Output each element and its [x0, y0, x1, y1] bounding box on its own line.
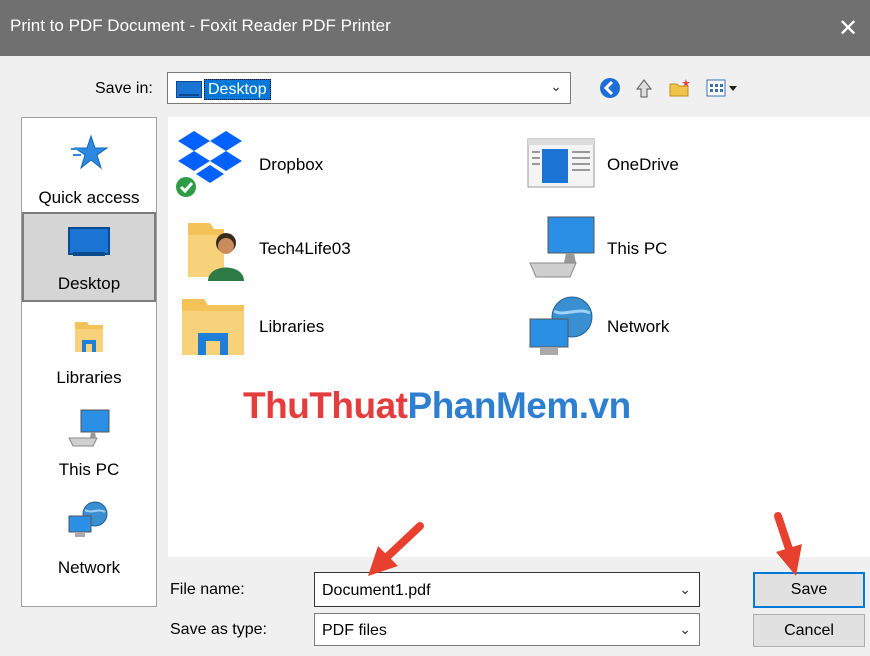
place-desktop[interactable]: Desktop — [22, 212, 156, 302]
place-label: This PC — [58, 460, 120, 479]
back-icon — [600, 78, 620, 98]
list-item-network[interactable]: Network — [526, 293, 726, 361]
annotation-arrow-icon — [774, 512, 802, 576]
places-bar: Quick access Desktop Libraries This PC N… — [21, 117, 157, 607]
save-as-type-select[interactable]: PDF files ⌄ — [314, 613, 700, 646]
list-item-user-folder[interactable]: Tech4Life03 — [186, 213, 376, 285]
annotation-arrow-icon — [368, 522, 424, 576]
view-menu-button[interactable] — [704, 76, 742, 100]
title-bar: Print to PDF Document - Foxit Reader PDF… — [0, 0, 870, 56]
close-icon: ✕ — [837, 14, 859, 42]
watermark: ThuThuatPhanMem.vn — [243, 385, 631, 427]
star-icon — [71, 134, 109, 170]
back-button[interactable] — [598, 76, 622, 100]
list-item-libraries[interactable]: Libraries — [178, 295, 368, 359]
chevron-down-icon: ⌄ — [550, 78, 562, 94]
libraries-icon — [75, 322, 103, 352]
watermark-part: .vn — [578, 385, 631, 426]
computer-icon — [529, 216, 595, 278]
cancel-button[interactable]: Cancel — [753, 614, 865, 647]
item-label: Libraries — [259, 317, 325, 336]
desktop-icon — [176, 81, 202, 98]
network-icon — [68, 501, 108, 537]
chevron-down-icon: ⌄ — [679, 621, 691, 637]
place-label: Network — [57, 558, 121, 577]
item-label: OneDrive — [607, 155, 679, 174]
up-folder-icon — [635, 79, 653, 98]
new-folder-icon — [669, 79, 690, 97]
computer-icon — [68, 409, 110, 447]
list-item-onedrive[interactable]: OneDrive — [526, 135, 726, 195]
item-label: Tech4Life03 — [259, 239, 351, 258]
place-libraries[interactable]: Libraries — [22, 310, 156, 394]
place-quick-access[interactable]: Quick access — [22, 126, 156, 214]
desktop-icon — [68, 227, 110, 256]
file-name-label: File name: — [170, 581, 245, 598]
chevron-down-icon[interactable]: ⌄ — [679, 581, 691, 598]
user-folder-icon — [188, 223, 244, 281]
save-as-type-label: Save as type: — [170, 621, 267, 638]
save-in-value: Desktop — [204, 79, 271, 100]
watermark-part: ThuThuat — [243, 385, 408, 426]
onedrive-icon — [527, 138, 595, 188]
window-title: Print to PDF Document - Foxit Reader PDF… — [10, 16, 391, 35]
libraries-icon — [182, 299, 244, 355]
view-menu-icon — [706, 79, 737, 97]
item-label: This PC — [607, 239, 668, 258]
save-as-type-value: PDF files — [322, 622, 387, 639]
save-in-label: Save in: — [95, 80, 153, 97]
list-item-this-pc[interactable]: This PC — [526, 213, 726, 285]
item-label: Network — [607, 317, 670, 336]
place-this-pc[interactable]: This PC — [22, 402, 156, 490]
watermark-part: PhanMem — [407, 385, 580, 426]
save-in-dropdown[interactable]: Desktop ⌄ — [167, 72, 571, 104]
list-item-dropbox[interactable]: Dropbox — [174, 129, 354, 199]
place-label: Quick access — [38, 188, 140, 207]
new-folder-button[interactable] — [668, 76, 692, 100]
up-folder-button[interactable] — [632, 76, 656, 100]
item-label: Dropbox — [259, 155, 324, 174]
place-label: Desktop — [57, 274, 121, 293]
place-network[interactable]: Network — [22, 496, 156, 586]
close-button[interactable]: ✕ — [826, 0, 870, 56]
file-list: Dropbox OneDrive Tech4Life03 This PC Lib… — [168, 117, 870, 557]
place-label: Libraries — [56, 368, 122, 387]
network-icon — [529, 296, 593, 355]
dropbox-icon — [176, 131, 242, 197]
file-name-value: Document1.pdf — [322, 582, 431, 599]
